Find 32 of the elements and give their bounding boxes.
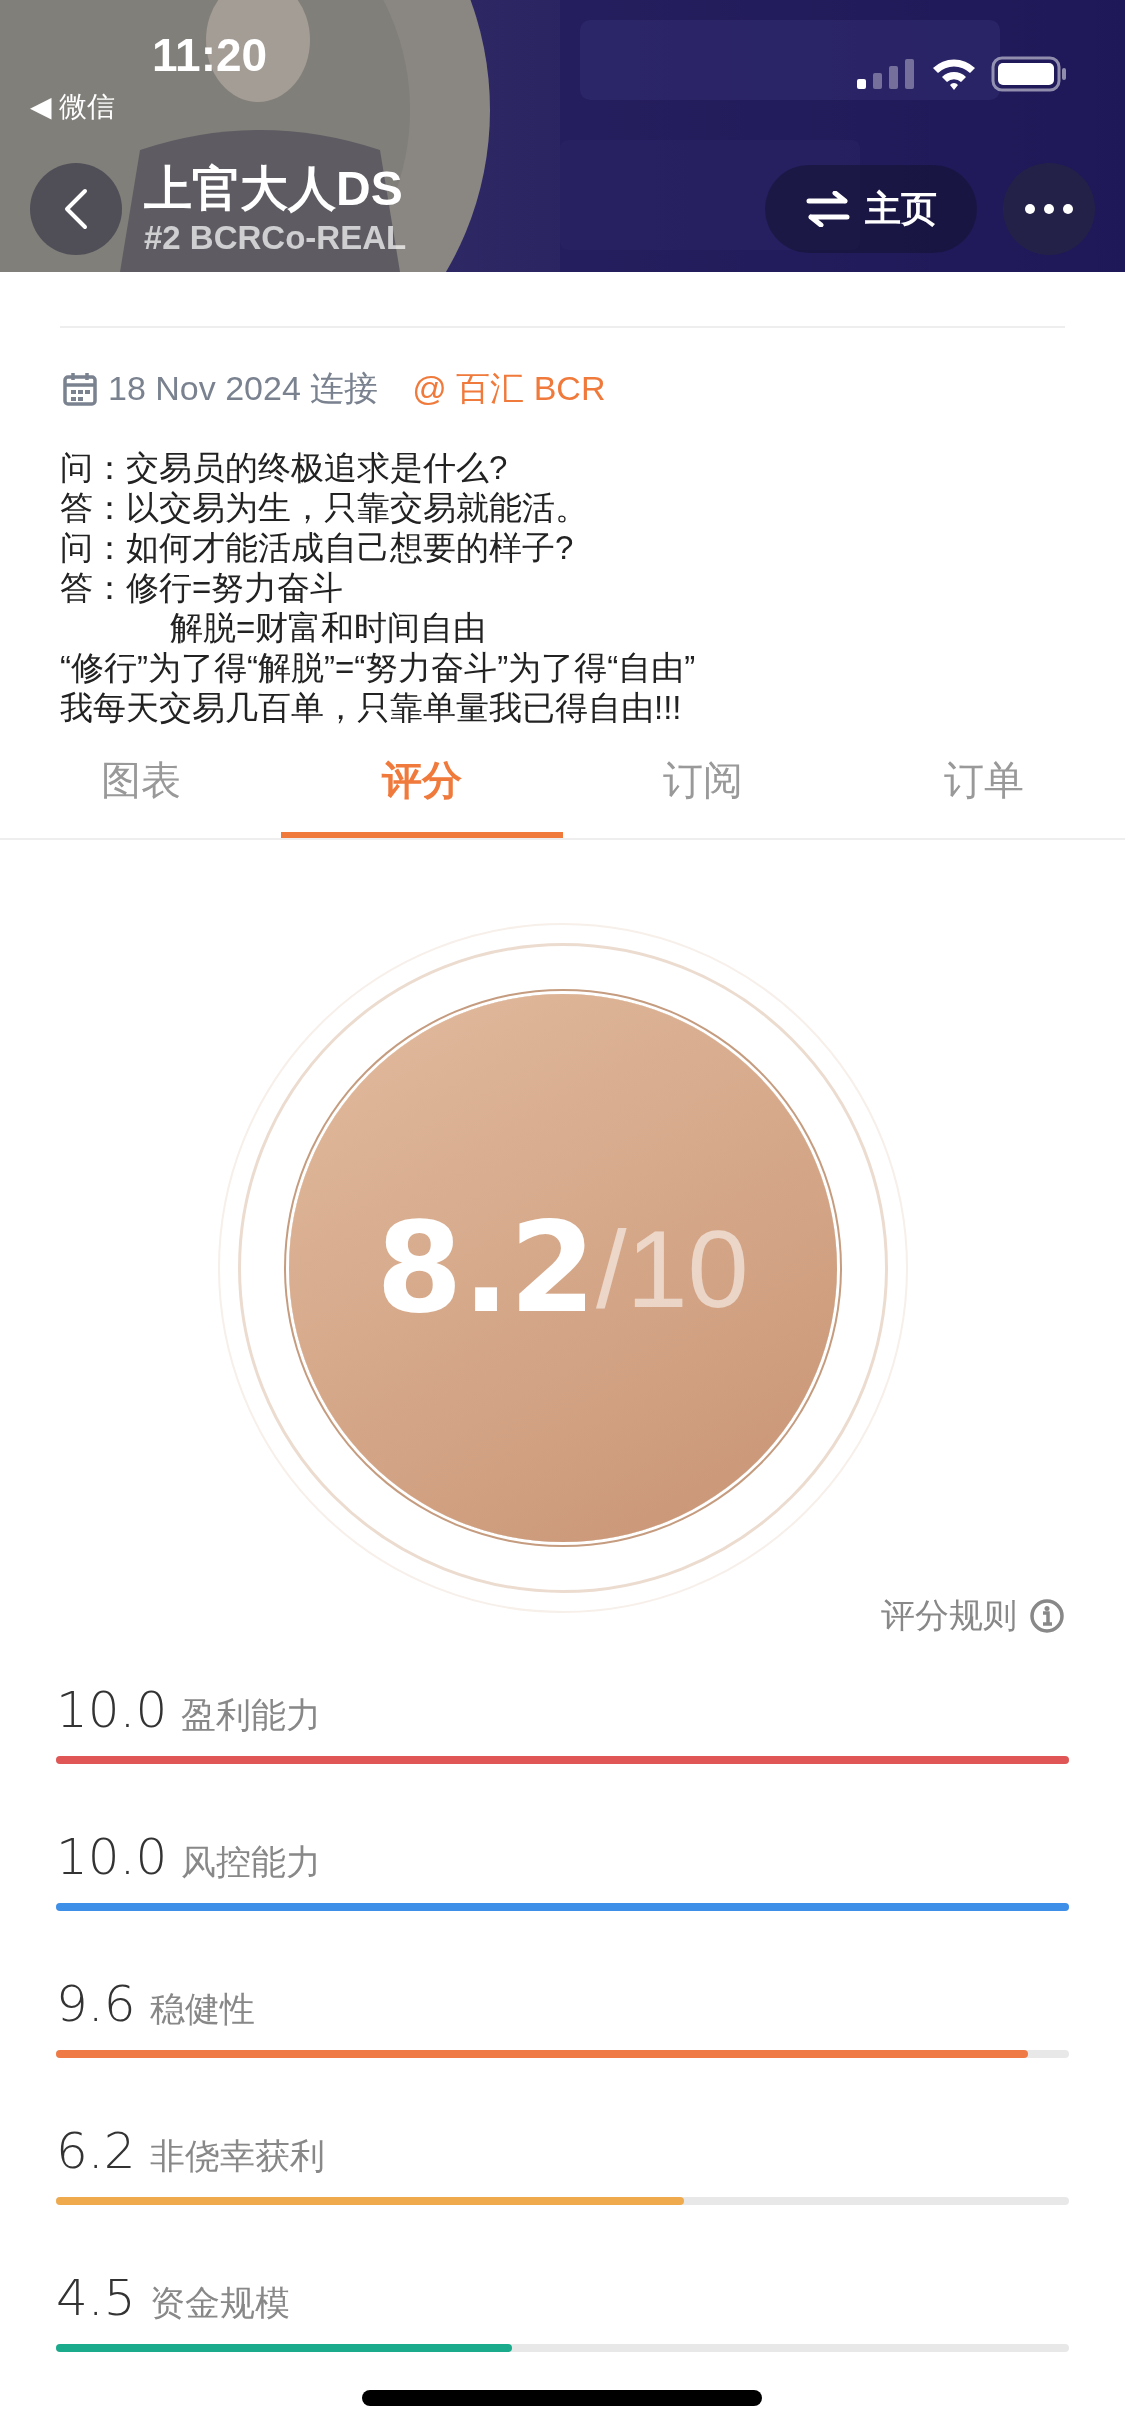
home-button[interactable]: 主页 [765,165,977,253]
rating-score: 8.2 [376,1196,596,1340]
rating-max: /10 [595,1205,749,1332]
score-label: 盈利能力 [181,1694,322,1736]
score-value: 10.0 [56,1681,168,1739]
swap-arrows-icon [805,191,851,227]
score-value: 10.0 [56,1828,168,1886]
trader-name: 上官大人DS [144,161,404,217]
tab[interactable]: 订阅 [562,728,844,838]
rating-rules-link[interactable]: 评分规则 [881,1593,1017,1639]
score-label: 风控能力 [181,1841,322,1883]
score-value: 6.2 [56,2122,136,2180]
broker-link[interactable]: @ 百汇 BCR [412,366,606,412]
back-to-app-link[interactable]: ◀ 微信 [30,88,116,126]
score-value: 4.5 [56,2269,136,2327]
account-id: #2 BCRCo-REAL [144,218,408,258]
score-label: 稳健性 [149,1988,255,2030]
bio-text: 问：交易员的终极追求是什么? 答：以交易为生，只靠交易就能活。 问：如何才能活成自己想要的样子? 答：修行=努力奋斗 解脱=财富和时间自由 “修行”为了得“解脱”=“努力奋斗”为了得“自由” 我每天交易几百单，只靠单量我已得自由!!! [60,448,697,728]
score-label: 非侥幸获利 [149,2135,325,2177]
tab[interactable]: 图表 [0,728,282,838]
info-icon[interactable] [1029,1598,1065,1634]
status-time: 11:20 [152,28,268,82]
calendar-icon [62,371,98,407]
wifi-icon [931,57,977,91]
tab[interactable]: 评分 [281,728,563,838]
more-icon [1024,203,1074,215]
battery-icon [991,56,1067,92]
score-label: 资金规模 [149,2282,290,2324]
tab[interactable]: 订单 [843,728,1125,838]
score-value: 9.6 [56,1975,136,2033]
signal-icon [857,59,917,89]
connection-date: 18 Nov 2024 连接 [108,368,379,409]
